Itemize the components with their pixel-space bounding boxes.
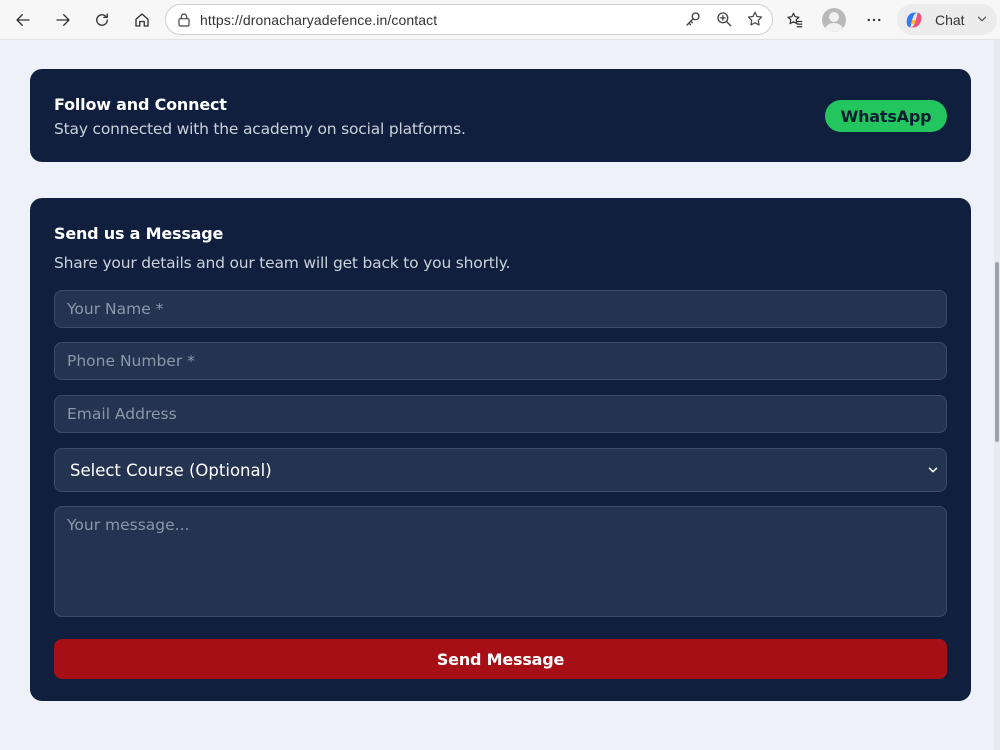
url-text[interactable]: https://dronacharyadefence.in/contact bbox=[200, 12, 437, 28]
follow-title: Follow and Connect bbox=[54, 95, 227, 114]
copilot-chat-button[interactable]: Chat bbox=[897, 4, 997, 35]
more-button[interactable] bbox=[860, 6, 888, 34]
message-textarea[interactable] bbox=[54, 506, 947, 617]
course-select[interactable]: Select Course (Optional) bbox=[54, 448, 947, 492]
form-title: Send us a Message bbox=[54, 224, 224, 243]
lock-icon[interactable] bbox=[176, 12, 192, 28]
back-icon bbox=[16, 14, 30, 26]
favorites-button[interactable] bbox=[781, 6, 809, 34]
browser-toolbar: https://dronacharyadefence.in/contact Ch… bbox=[0, 0, 1000, 40]
send-message-button[interactable]: Send Message bbox=[54, 639, 947, 679]
star-icon bbox=[747, 11, 763, 26]
message-form-card: Send us a Message Share your details and… bbox=[30, 198, 971, 701]
copilot-icon bbox=[906, 12, 922, 28]
favorite-button[interactable] bbox=[746, 10, 766, 30]
refresh-button[interactable] bbox=[88, 6, 116, 34]
phone-input[interactable] bbox=[54, 342, 947, 380]
profile-icon[interactable] bbox=[822, 8, 846, 32]
zoom-icon bbox=[717, 12, 732, 27]
whatsapp-button[interactable]: WhatsApp bbox=[825, 100, 947, 132]
chat-label: Chat bbox=[935, 12, 965, 28]
key-icon bbox=[686, 12, 700, 26]
scrollbar-thumb[interactable] bbox=[995, 262, 999, 442]
form-subtitle: Share your details and our team will get… bbox=[54, 254, 511, 272]
name-input[interactable] bbox=[54, 290, 947, 328]
forward-button[interactable] bbox=[49, 6, 77, 34]
course-select-value: Select Course (Optional) bbox=[70, 460, 272, 480]
home-button[interactable] bbox=[128, 6, 156, 34]
follow-subtitle: Stay connected with the academy on socia… bbox=[54, 120, 466, 138]
follow-connect-card: Follow and Connect Stay connected with t… bbox=[30, 69, 971, 162]
favorites-icon bbox=[787, 12, 803, 28]
address-bar[interactable]: https://dronacharyadefence.in/contact bbox=[165, 4, 773, 35]
refresh-icon bbox=[96, 13, 108, 26]
more-icon bbox=[867, 18, 881, 22]
email-input[interactable] bbox=[54, 395, 947, 433]
chevron-down-icon bbox=[928, 467, 938, 473]
home-icon bbox=[135, 13, 149, 27]
forward-icon bbox=[56, 14, 70, 26]
zoom-button[interactable] bbox=[715, 10, 735, 30]
chevron-down-icon bbox=[977, 16, 987, 22]
password-button[interactable] bbox=[684, 10, 704, 30]
page-scrollbar[interactable] bbox=[994, 40, 1000, 750]
back-button[interactable] bbox=[9, 6, 37, 34]
